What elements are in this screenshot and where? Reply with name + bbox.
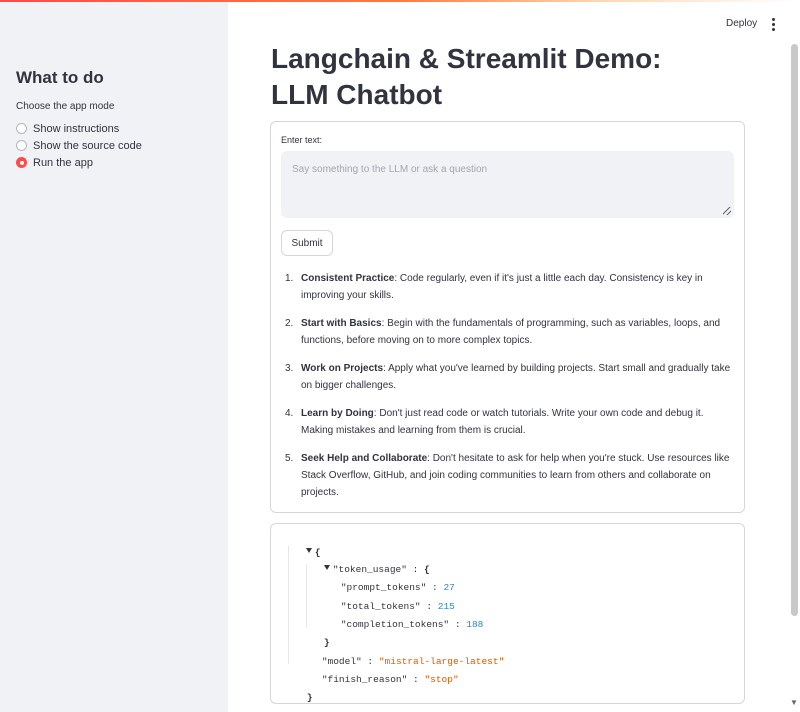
list-text: Seek Help and Collaborate: Don't hesitat… (301, 450, 733, 501)
list-text: Consistent Practice: Code regularly, eve… (301, 270, 733, 304)
resize-handle-icon[interactable] (723, 207, 731, 215)
chat-form: Enter text: Say something to the LLM or … (270, 121, 745, 513)
json-number-value: 188 (466, 619, 484, 630)
app-mode-radio-group: Show instructions Show the source code R… (16, 120, 142, 171)
json-colon: : (449, 619, 467, 630)
radio-label: Show the source code (33, 139, 142, 152)
main-menu-icon[interactable] (768, 16, 778, 32)
list-number: 5. (285, 453, 294, 464)
page-title: Langchain & Streamlit Demo: LLM Chatbot (271, 41, 751, 113)
submit-button[interactable]: Submit (281, 230, 333, 256)
json-completion-tokens-line: "completion_tokens" : 188 (318, 608, 484, 641)
json-key: "finish_reason" (321, 674, 408, 685)
list-number: 3. (285, 363, 294, 374)
json-viewer: { "token_usage" : { "prompt_tokens" : 27… (270, 523, 745, 704)
radio-circle-icon[interactable] (16, 140, 27, 151)
scrollbar-thumb[interactable] (791, 44, 798, 616)
radio-show-instructions[interactable]: Show instructions (16, 120, 142, 137)
list-text: Start with Basics: Begin with the fundam… (301, 315, 733, 349)
list-item-title: Consistent Practice (301, 273, 395, 284)
input-label: Enter text: (281, 135, 323, 145)
radio-label: Show instructions (33, 122, 120, 135)
list-item: 3. Work on Projects: Apply what you've l… (285, 360, 733, 394)
list-item: 5. Seek Help and Collaborate: Don't hesi… (285, 450, 733, 501)
scroll-down-icon[interactable]: ▼ (790, 698, 798, 707)
response-list: 1. Consistent Practice: Code regularly, … (285, 270, 733, 512)
json-string-value: "stop" (424, 674, 459, 685)
json-finish-reason-line: "finish_reason" : "stop" (299, 663, 459, 696)
list-number: 4. (285, 408, 294, 419)
radio-run-the-app[interactable]: Run the app (16, 154, 142, 171)
list-item-title: Work on Projects (301, 363, 384, 374)
list-text: Learn by Doing: Don't just read code or … (301, 405, 733, 439)
prompt-placeholder: Say something to the LLM or ask a questi… (292, 164, 488, 175)
page-title-line-2: LLM Chatbot (271, 79, 443, 110)
list-number: 2. (285, 318, 294, 329)
scrollbar[interactable]: ▼ (789, 44, 798, 712)
radio-circle-icon[interactable] (16, 123, 27, 134)
radio-selected-icon[interactable] (16, 157, 27, 168)
radio-show-source-code[interactable]: Show the source code (16, 137, 142, 154)
page-title-line-1: Langchain & Streamlit Demo: (271, 43, 662, 74)
json-key: "completion_tokens" (340, 619, 450, 630)
list-item-title: Seek Help and Collaborate (301, 453, 428, 464)
sidebar-title: What to do (16, 68, 104, 87)
json-root-close-line: } (284, 681, 313, 712)
json-close-brace: } (306, 692, 313, 703)
list-text: Work on Projects: Apply what you've lear… (301, 360, 733, 394)
deploy-button[interactable]: Deploy (720, 16, 763, 31)
list-item-title: Learn by Doing (301, 408, 374, 419)
list-item: 2. Start with Basics: Begin with the fun… (285, 315, 733, 349)
list-item: 1. Consistent Practice: Code regularly, … (285, 270, 733, 304)
prompt-textarea[interactable]: Say something to the LLM or ask a questi… (281, 151, 734, 218)
app-mode-label: Choose the app mode (16, 101, 115, 112)
collapse-caret-icon[interactable] (323, 565, 330, 570)
list-item-title: Start with Basics (301, 318, 382, 329)
list-item: 4. Learn by Doing: Don't just read code … (285, 405, 733, 439)
sidebar: What to do Choose the app mode Show inst… (0, 2, 228, 712)
list-number: 1. (285, 273, 294, 284)
radio-label: Run the app (33, 156, 93, 169)
json-colon: : (407, 674, 425, 685)
